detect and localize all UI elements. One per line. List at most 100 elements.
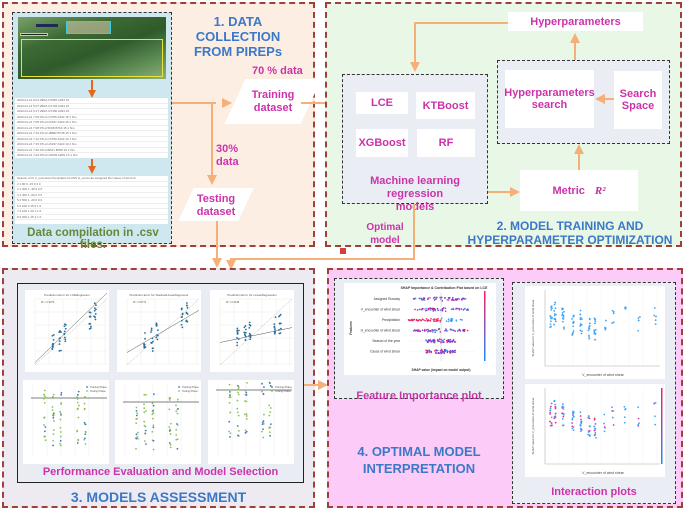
arrow-down-icon [410,62,420,72]
data-point [51,406,54,408]
model-xgboost: XGBoost [356,129,408,157]
hyperparameters-box: Hyperparameters [508,12,643,31]
shap-feature-label: Assigned Runway [374,297,401,301]
shap-point [446,299,449,301]
data-point [245,391,248,394]
data-point [156,338,159,341]
dependence-point [572,321,574,324]
shap-point [461,319,463,321]
shap-point [460,308,463,310]
dependence-point [612,424,615,426]
dependence-point [549,411,551,414]
data-point [156,334,159,337]
dependence-point [561,412,564,415]
data-point [84,442,87,445]
data-point [237,329,240,332]
dependence-point [654,323,657,326]
shap-point [442,341,444,344]
dependence-point [562,320,564,323]
data-point [181,313,184,316]
shap-point [425,307,427,310]
shap-point [428,307,430,310]
data-point [228,420,231,423]
dependence-point [579,313,582,316]
shap-point [454,330,456,332]
data-point [268,414,271,417]
dependence-point [553,323,555,326]
shap-point [447,320,450,323]
data-point [135,437,138,440]
data-point [53,420,55,422]
data-point [236,327,239,330]
data-point [244,339,247,341]
data-point [64,327,67,330]
shap-point [442,351,445,353]
data-point [44,396,47,399]
data-point [245,415,248,417]
best-fit-line [126,310,200,353]
shap-point [410,319,413,321]
shap-point [463,308,466,310]
section-4-title: 4. OPTIMAL MODEL INTERPRETATION [357,444,481,476]
data-point [269,382,271,385]
data-point [95,308,97,311]
shap-point [417,330,420,333]
dependence-point [637,329,640,332]
shap-point [434,340,436,343]
data-point [229,396,232,399]
data-point [176,412,179,415]
dependence-colorbar [661,388,663,464]
data-point [94,318,97,321]
shap-point [457,307,459,310]
shap-point [416,309,419,311]
dependence-point [550,416,553,419]
shap-point [437,351,440,354]
shap-point [455,319,458,321]
prediction-error-plot: Prediction Error for LCERegressor R² = 0.… [25,290,109,372]
dependence-point [589,425,591,428]
data-point [151,430,154,433]
data-point [261,430,263,433]
shap-point [452,350,455,352]
dependence-point [593,332,596,334]
data-point [169,396,171,399]
shap-point [412,319,414,322]
data-point [59,330,62,333]
data-point [63,336,66,339]
r-squared-symbol: R² [594,184,606,197]
dependence-point [579,318,582,321]
data-point [236,425,239,427]
train-split-percent: 70 % data [252,65,303,77]
shap-point [443,338,446,341]
data-point [262,436,265,439]
shap-ylabel: Features [349,321,353,335]
dependence-point [561,317,564,320]
data-point [237,338,240,341]
shap-point [438,338,441,340]
data-point [237,414,240,417]
data-point [175,434,178,436]
data-point [269,384,272,387]
map-label-tag [20,33,48,36]
data-point [58,340,61,343]
data-point [59,439,62,442]
dependence-point [554,301,557,304]
data-point [137,437,139,440]
shap-point [420,319,423,322]
map-highlight-region-cyan [66,21,111,34]
legend-label: Training Phase [182,386,199,389]
data-point [144,332,146,334]
dependence-point [550,422,553,424]
legend-label: Testing Phase [275,390,291,393]
dependence-point [571,418,574,421]
shap-point [451,299,453,301]
data-point [93,302,96,305]
dependence-point [562,310,565,313]
data-point [237,393,240,396]
data-point [43,416,46,419]
dependence-point [588,328,591,330]
data-point [60,444,62,447]
data-point [59,435,62,438]
best-fit-line [219,327,293,343]
data-point [52,439,54,442]
